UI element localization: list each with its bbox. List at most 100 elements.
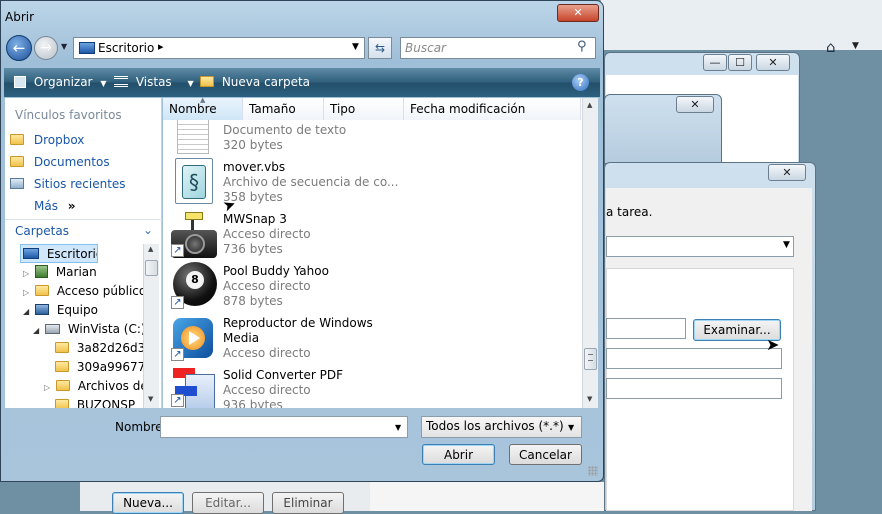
tree-item-escritorio[interactable]: Escritorio <box>20 244 98 263</box>
collapse-arrow-icon[interactable]: ◢ <box>23 307 29 316</box>
help-button[interactable]: ? <box>572 74 589 91</box>
back-button[interactable]: ← <box>6 35 32 61</box>
forward-button[interactable]: → <box>34 36 58 60</box>
desktop-icon <box>23 248 39 259</box>
tree-item-equipo[interactable]: ◢ Equipo <box>23 301 98 320</box>
new-folder-label: Nueva carpeta <box>221 75 311 89</box>
tree-item-archivos[interactable]: ▷ Archivos de p <box>44 377 145 396</box>
folders-heading[interactable]: Carpetas ⌄ <box>15 223 160 238</box>
double-chevron-icon: » <box>67 199 76 213</box>
column-header-tamano[interactable]: Tamaño <box>243 98 324 120</box>
background-field[interactable] <box>606 378 782 399</box>
scroll-thumb[interactable] <box>145 260 158 276</box>
file-type: Acceso directo <box>223 383 311 397</box>
favorite-label: Sitios recientes <box>33 177 126 191</box>
column-header-tipo[interactable]: Tipo <box>324 98 404 120</box>
chevron-down-icon: ▼ <box>783 240 790 250</box>
search-icon[interactable]: ⚲ <box>577 39 587 54</box>
cancel-button[interactable]: Cancelar <box>509 444 582 465</box>
minimize-button[interactable]: — <box>703 54 727 71</box>
breadcrumb-arrow-icon[interactable]: ▸ <box>158 40 164 53</box>
maximize-button[interactable]: ☐ <box>728 54 752 71</box>
tree-item-folder[interactable]: 309a9967766 <box>55 358 145 377</box>
favorite-link-sitios-recientes[interactable]: Sitios recientes <box>10 175 126 193</box>
new-folder-icon <box>200 76 214 87</box>
dropdown-arrow-icon: ▼ <box>852 41 859 51</box>
favorite-link-dropbox[interactable]: Dropbox <box>10 131 84 149</box>
search-input[interactable]: Buscar <box>405 41 446 55</box>
file-name: mover.vbs <box>223 160 286 174</box>
filter-value: Todos los archivos (*.*) <box>426 419 564 433</box>
tree-item-marian[interactable]: ▷ Marian <box>23 263 97 282</box>
tree-item-folder[interactable]: 3a82d26d336 <box>55 339 145 358</box>
tree-item-winvista[interactable]: ◢ WinVista (C:) <box>33 320 145 339</box>
organize-menu[interactable]: Organizar ▼ <box>14 74 106 91</box>
file-name: Pool Buddy Yahoo <box>223 264 329 278</box>
more-label: Más <box>34 199 58 213</box>
filename-label: Nombre: <box>115 420 167 434</box>
chevron-down-icon[interactable]: ▼ <box>352 42 359 52</box>
folder-icon <box>34 285 49 296</box>
refresh-button[interactable]: ⇆ <box>368 37 392 59</box>
search-box[interactable]: Buscar ⚲ <box>400 37 596 59</box>
open-button[interactable]: Abrir <box>422 444 495 465</box>
file-list: Nombre ▲ Tamaño Tipo Fecha modificación … <box>163 96 598 408</box>
background-field[interactable] <box>606 348 782 369</box>
favorite-label: Dropbox <box>33 133 85 147</box>
scroll-down-arrow-icon[interactable]: ▼ <box>148 395 153 403</box>
file-type: Acceso directo <box>223 279 311 293</box>
scroll-down-arrow-icon[interactable]: ▼ <box>587 395 592 403</box>
new-folder-button[interactable]: Nueva carpeta <box>200 74 310 91</box>
tree-item-buzonsp[interactable]: BUZONSP <box>55 396 135 408</box>
expand-arrow-icon[interactable]: ▷ <box>23 288 29 297</box>
tree-label: Equipo <box>56 303 98 317</box>
background-field[interactable] <box>606 318 686 339</box>
file-size: 936 bytes <box>223 398 283 408</box>
tree-label: Escritorio <box>46 247 98 261</box>
file-item[interactable]: ↗ MWSnap 3 Acceso directo 736 bytes <box>169 210 469 258</box>
favorites-more-link[interactable]: Más » <box>34 197 76 215</box>
address-location: Escritorio <box>98 41 155 55</box>
close-button[interactable]: ✕ <box>756 54 790 71</box>
file-name: Solid Converter PDF <box>223 368 344 382</box>
scroll-thumb[interactable] <box>584 348 597 370</box>
collapse-arrow-icon[interactable]: ◢ <box>33 326 39 335</box>
close-button[interactable]: ✕ <box>557 4 599 22</box>
close-button[interactable]: ✕ <box>768 164 806 181</box>
chevron-down-icon: ▼ <box>568 423 575 432</box>
back-arrow-icon: ← <box>12 39 26 57</box>
file-item[interactable]: Documento de texto 320 bytes <box>169 120 469 154</box>
column-header-fecha[interactable]: Fecha modificación <box>404 98 581 120</box>
file-item[interactable]: 8 ↗ Pool Buddy Yahoo Acceso directo 878 … <box>169 262 469 310</box>
views-menu[interactable]: Vistas ▼ <box>114 74 194 91</box>
address-bar[interactable]: Escritorio ▸ ▼ <box>73 37 365 59</box>
scroll-up-arrow-icon[interactable]: ▲ <box>587 101 592 109</box>
organize-icon <box>14 76 26 88</box>
file-item[interactable]: ↗ Solid Converter PDF Acceso directo 936… <box>169 366 469 408</box>
file-item[interactable]: ↗ Reproductor de Windows Media Acceso di… <box>169 314 469 362</box>
tree-item-acceso-publico[interactable]: ▷ Acceso público <box>23 282 145 301</box>
mouse-cursor-icon: ➤ <box>766 335 780 354</box>
file-type: Acceso directo <box>223 227 311 241</box>
organize-label: Organizar <box>33 75 93 89</box>
scroll-up-arrow-icon[interactable]: ▲ <box>148 245 153 253</box>
column-label: Fecha modificación <box>410 102 526 116</box>
filename-input[interactable]: ▼ <box>160 416 408 438</box>
drive-icon <box>44 324 60 334</box>
file-item[interactable]: § mover.vbs Archivo de secuencia de co..… <box>169 158 469 206</box>
resize-grip-icon[interactable] <box>588 466 598 476</box>
user-folder-icon <box>34 265 48 278</box>
file-type-filter[interactable]: Todos los archivos (*.*) ▼ <box>421 416 582 438</box>
chevron-down-icon[interactable]: ▼ <box>395 418 401 437</box>
chevron-down-icon: ⌄ <box>143 223 154 237</box>
close-button[interactable]: ✕ <box>676 96 714 113</box>
favorite-link-documentos[interactable]: Documentos <box>10 153 110 171</box>
recent-pages-dropdown[interactable]: ▼ <box>61 42 67 51</box>
tree-label: Archivos de p <box>77 379 145 393</box>
tree-scrollbar[interactable]: ▲ ▼ <box>143 244 159 408</box>
folder-icon <box>55 399 69 408</box>
background-combo[interactable] <box>606 236 794 257</box>
expand-arrow-icon[interactable]: ▷ <box>23 269 29 278</box>
file-list-scrollbar[interactable]: ▲ ▼ <box>582 98 598 408</box>
expand-arrow-icon[interactable]: ▷ <box>44 383 50 392</box>
